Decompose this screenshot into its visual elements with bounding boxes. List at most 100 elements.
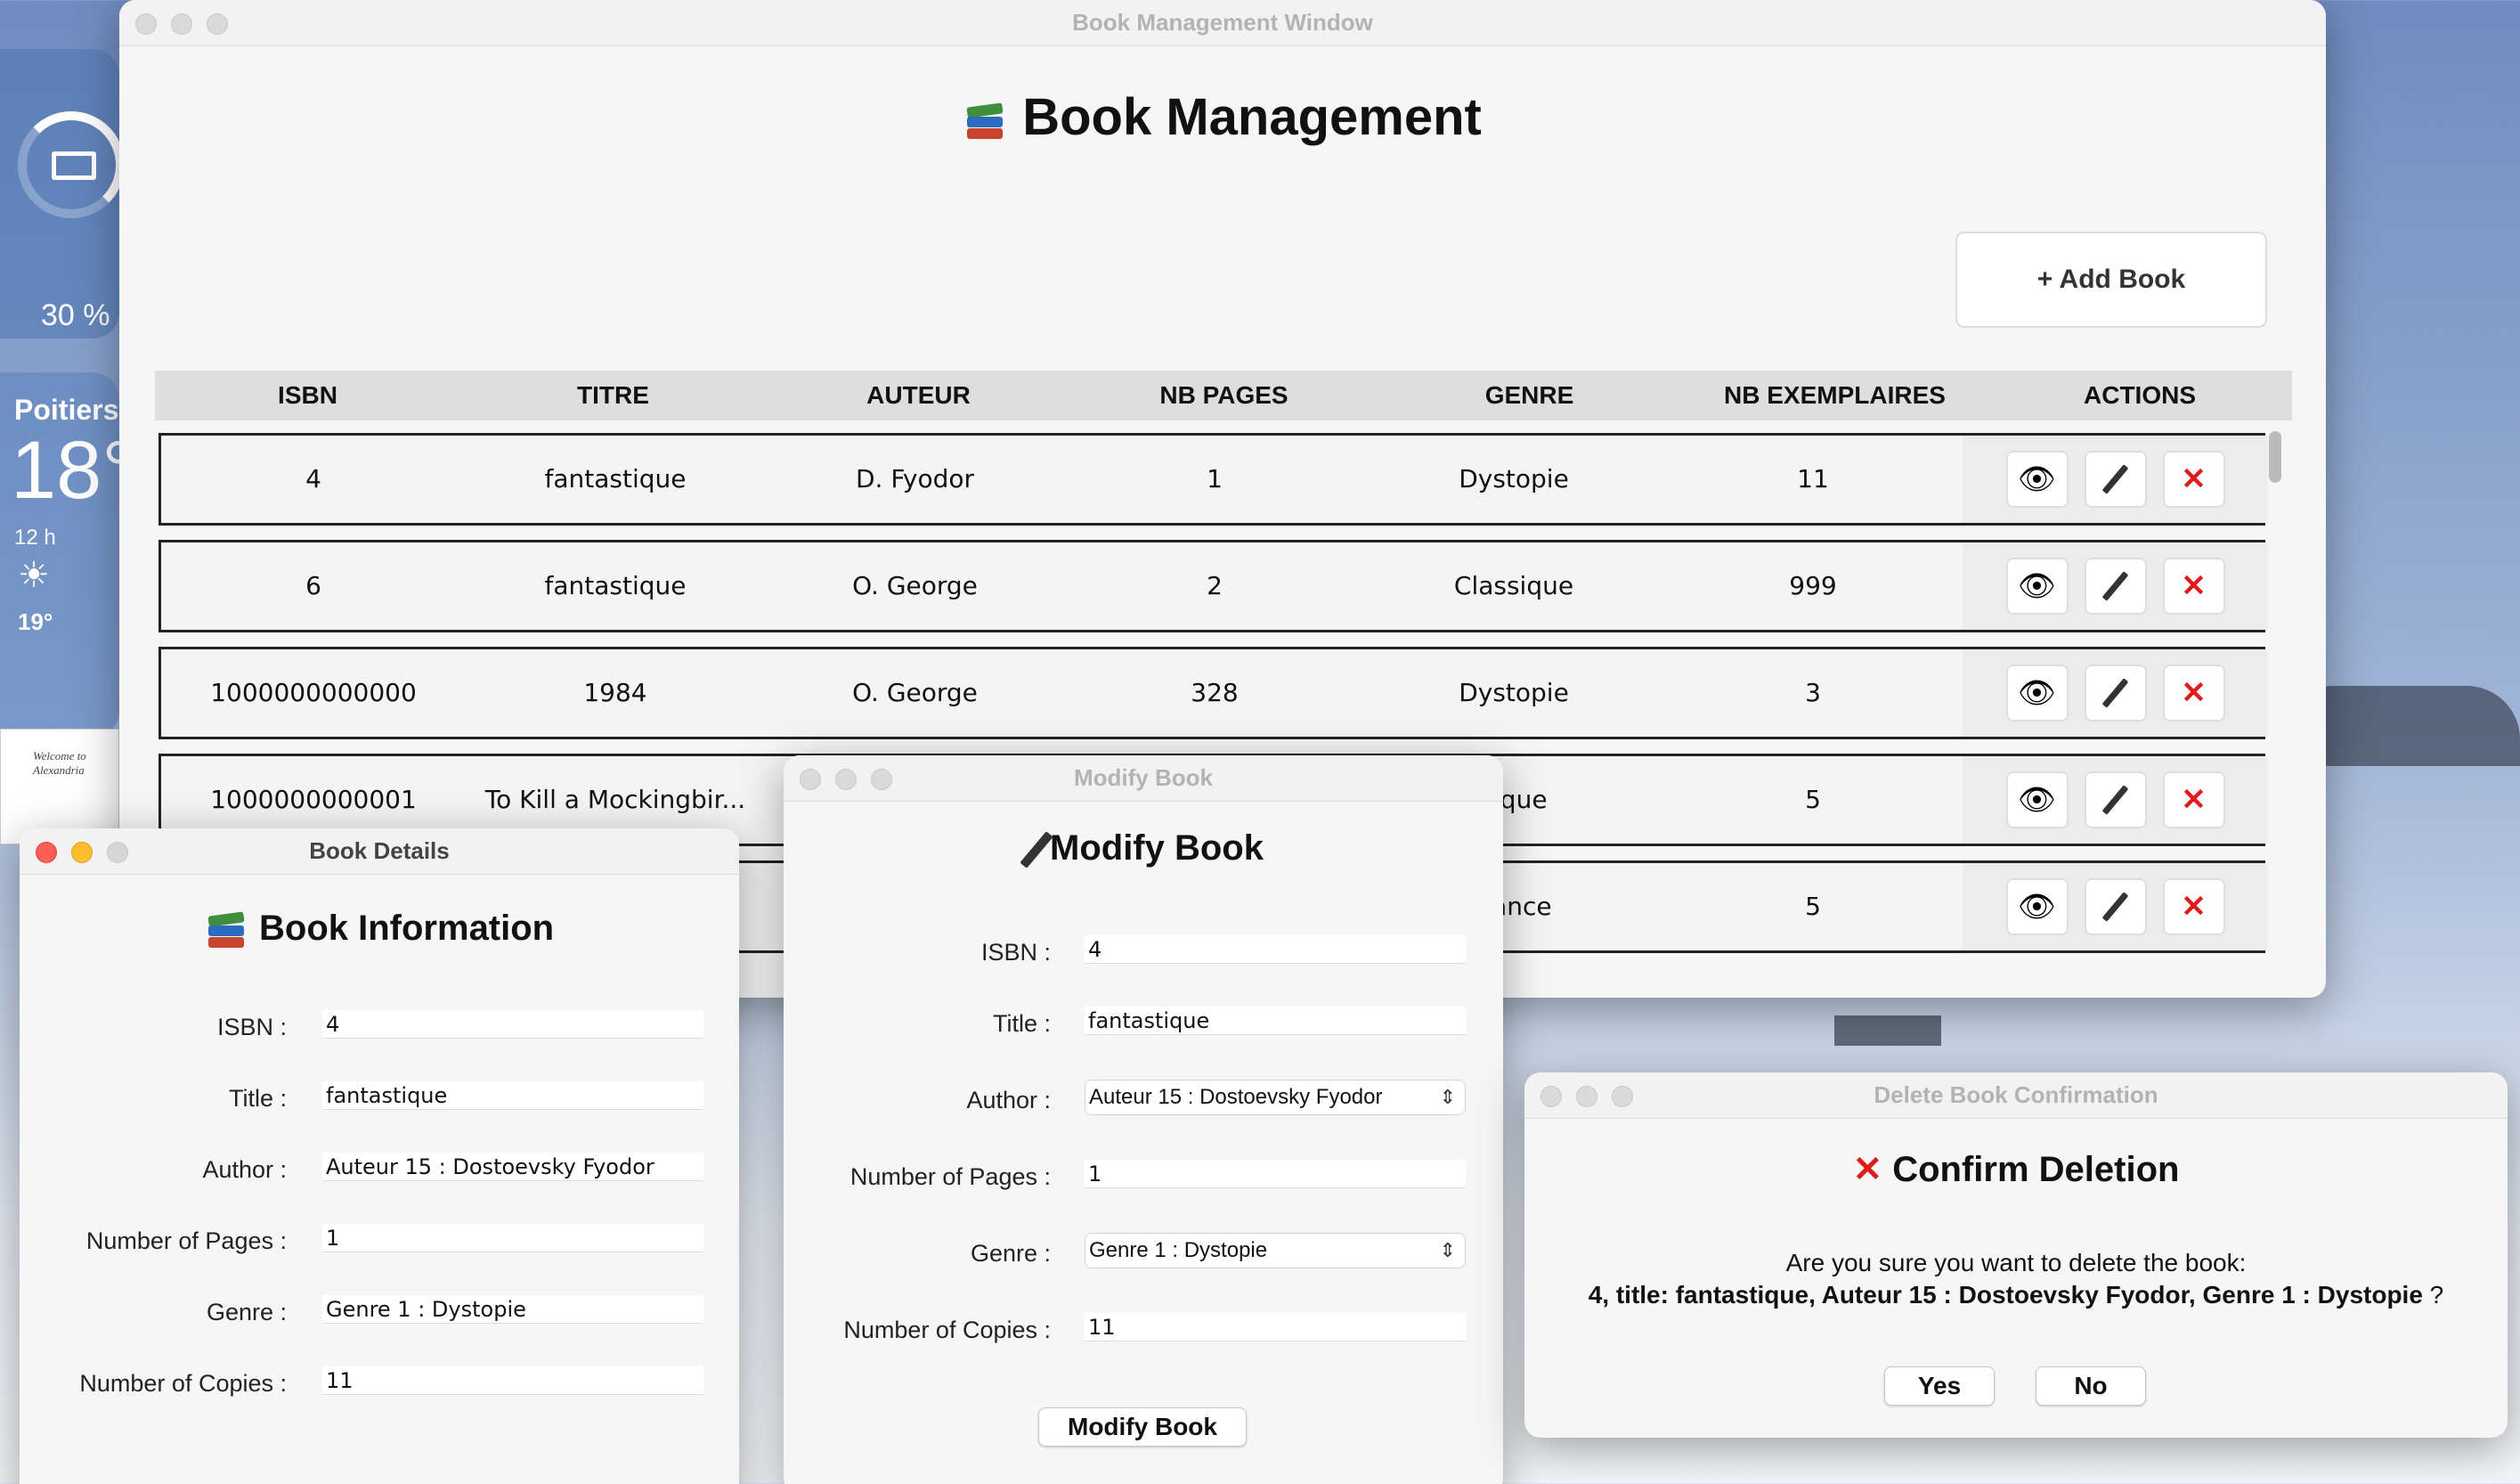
table-row[interactable]: 4 fantastique D. Fyodor 1 Dystopie 11 👁 ✕: [159, 432, 2268, 526]
weather-hour-temp: 19°: [18, 608, 53, 635]
yes-button[interactable]: Yes: [1884, 1366, 1995, 1406]
edit-button[interactable]: [2084, 450, 2147, 508]
author-select[interactable]: Auteur 15 : Dostoevsky Fyodor ⇕: [1085, 1080, 1466, 1115]
column-header-auteur[interactable]: AUTEUR: [766, 381, 1071, 410]
genre-select[interactable]: Genre 1 : Dystopie ⇕: [1085, 1233, 1466, 1268]
close-x-icon: ✕: [2181, 568, 2207, 603]
column-header-nb-exemplaires[interactable]: NB EXEMPLAIRES: [1682, 381, 1988, 410]
edit-button[interactable]: [2084, 557, 2147, 615]
red-x-icon: ✕: [1852, 1150, 1883, 1189]
document-thumbnail[interactable]: Welcome to Alexandria: [0, 729, 119, 844]
add-book-button[interactable]: + Add Book: [1955, 232, 2267, 328]
cell-title: 1984: [583, 678, 647, 708]
view-button[interactable]: 👁: [2005, 450, 2069, 508]
copies-field[interactable]: 11: [322, 1366, 703, 1395]
window-title: Book Details: [309, 837, 450, 864]
window-title: Modify Book: [1074, 764, 1213, 791]
isbn-field[interactable]: 4: [322, 1010, 703, 1039]
row-actions: 👁 ✕: [1963, 862, 2268, 950]
minimize-button[interactable]: [1576, 1086, 1597, 1107]
title-input[interactable]: fantastique: [1085, 1007, 1466, 1035]
modify-titlebar[interactable]: Modify Book: [784, 755, 1503, 802]
books-icon: [963, 102, 1008, 141]
zoom-button[interactable]: [1612, 1086, 1633, 1107]
details-titlebar[interactable]: Book Details: [20, 828, 739, 875]
no-button[interactable]: No: [2036, 1366, 2146, 1406]
author-label: Author :: [966, 1087, 1051, 1113]
close-button[interactable]: [135, 13, 157, 35]
view-button[interactable]: 👁: [2005, 877, 2069, 935]
minimize-button[interactable]: [835, 769, 857, 790]
battery-widget[interactable]: 30 %: [0, 49, 125, 338]
edit-button[interactable]: [2084, 664, 2147, 722]
column-header-genre[interactable]: GENRE: [1377, 381, 1682, 410]
table-row[interactable]: 1000000000000 1984 O. George 328 Dystopie 3 👁 ✕: [159, 646, 2268, 739]
chevron-updown-icon: ⇕: [1439, 1239, 1456, 1261]
genre-label: Genre :: [206, 1299, 287, 1325]
cell-title: To Kill a Mockingbir...: [484, 785, 746, 815]
delete-button[interactable]: ✕: [2162, 450, 2225, 508]
cell-author: O. George: [852, 678, 978, 708]
delete-titlebar[interactable]: Delete Book Confirmation: [1524, 1072, 2508, 1119]
close-button[interactable]: [36, 842, 57, 863]
zoom-button[interactable]: [207, 13, 228, 35]
close-button[interactable]: [800, 769, 821, 790]
row-actions: 👁 ✕: [1963, 755, 2268, 844]
column-header-isbn[interactable]: ISBN: [155, 381, 460, 410]
title-label: Title :: [992, 1010, 1051, 1037]
zoom-button[interactable]: [871, 769, 892, 790]
author-selected: Auteur 15 : Dostoevsky Fyodor: [1089, 1085, 1383, 1109]
delete-question: Are you sure you want to delete the book…: [1785, 1249, 2247, 1276]
book-details-window: Book Details Book Information ISBN : 4 T…: [20, 828, 739, 1484]
modify-book-window: Modify Book Modify Book ISBN : 4 Title :…: [784, 755, 1503, 1484]
table-scrollbar[interactable]: [2269, 431, 2281, 483]
pencil-icon: [2101, 784, 2129, 815]
modify-book-button[interactable]: Modify Book: [1038, 1407, 1247, 1447]
isbn-input[interactable]: 4: [1085, 935, 1466, 964]
chevron-updown-icon: ⇕: [1439, 1086, 1456, 1108]
pages-input[interactable]: 1: [1085, 1160, 1466, 1188]
weather-widget[interactable]: Poitiers 18° 12 h ☀ 19°: [0, 372, 134, 738]
delete-button[interactable]: ✕: [2162, 557, 2225, 615]
delete-button[interactable]: ✕: [2162, 877, 2225, 935]
row-actions: 👁 ✕: [1963, 542, 2268, 630]
cell-isbn: 6: [305, 571, 321, 601]
delete-book-detail: 4, title: fantastique, Auteur 15 : Dosto…: [1524, 1281, 2508, 1309]
author-field[interactable]: Auteur 15 : Dostoevsky Fyodor: [322, 1153, 703, 1181]
minimize-button[interactable]: [171, 13, 192, 35]
column-header-nb-pages[interactable]: NB PAGES: [1071, 381, 1377, 410]
delete-button[interactable]: ✕: [2162, 664, 2225, 722]
pencil-icon: [2101, 571, 2129, 601]
question-mark: ?: [2422, 1281, 2444, 1309]
cell-copies: 5: [1805, 892, 1821, 921]
copies-input[interactable]: 11: [1085, 1313, 1466, 1341]
main-titlebar[interactable]: Book Management Window: [119, 0, 2326, 46]
pages-field[interactable]: 1: [322, 1224, 703, 1252]
zoom-button[interactable]: [107, 842, 128, 863]
author-label: Author :: [202, 1156, 287, 1183]
title-field[interactable]: fantastique: [322, 1081, 703, 1110]
pencil-icon: [2101, 891, 2129, 922]
view-button[interactable]: 👁: [2005, 664, 2069, 722]
close-x-icon: ✕: [2181, 782, 2207, 817]
close-button[interactable]: [1540, 1086, 1562, 1107]
bench-silhouette: [1834, 1015, 1941, 1046]
table-row[interactable]: 6 fantastique O. George 2 Classique 999 👁 ✕: [159, 539, 2268, 632]
isbn-label: ISBN :: [980, 939, 1051, 966]
sun-icon: ☀: [18, 556, 50, 595]
edit-button[interactable]: [2084, 771, 2147, 828]
cell-pages: 2: [1207, 571, 1223, 601]
cell-isbn: 1000000000001: [210, 785, 417, 815]
genre-field[interactable]: Genre 1 : Dystopie: [322, 1295, 703, 1324]
delete-button[interactable]: ✕: [2162, 771, 2225, 828]
column-header-titre[interactable]: TITRE: [460, 381, 766, 410]
weather-hour: 12 h: [14, 526, 56, 550]
cell-copies: 5: [1805, 785, 1821, 815]
edit-button[interactable]: [2084, 877, 2147, 935]
copies-label: Number of Copies :: [79, 1370, 287, 1397]
weather-temperature: 18°: [11, 425, 135, 516]
cell-author: O. George: [852, 571, 978, 601]
view-button[interactable]: 👁: [2005, 771, 2069, 828]
view-button[interactable]: 👁: [2005, 557, 2069, 615]
minimize-button[interactable]: [71, 842, 93, 863]
